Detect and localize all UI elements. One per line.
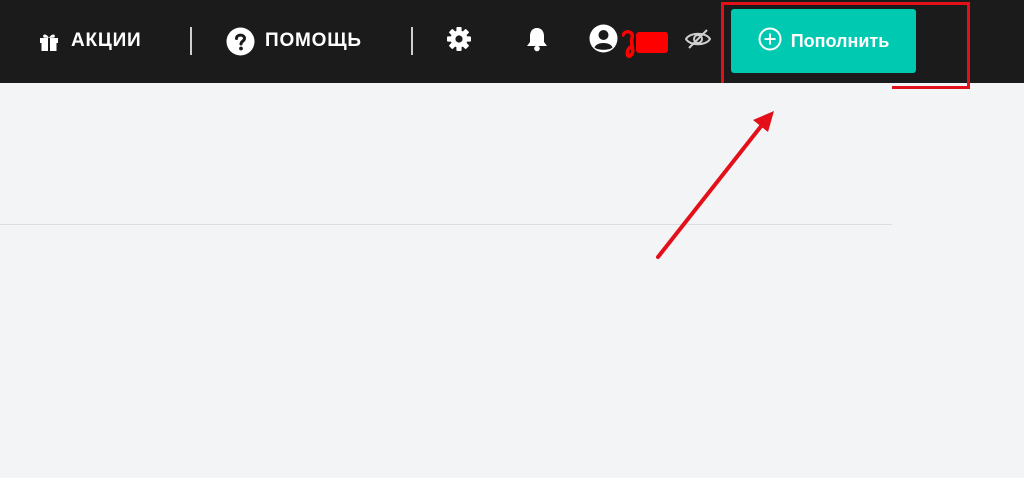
annotation-arrow [656,111,774,259]
